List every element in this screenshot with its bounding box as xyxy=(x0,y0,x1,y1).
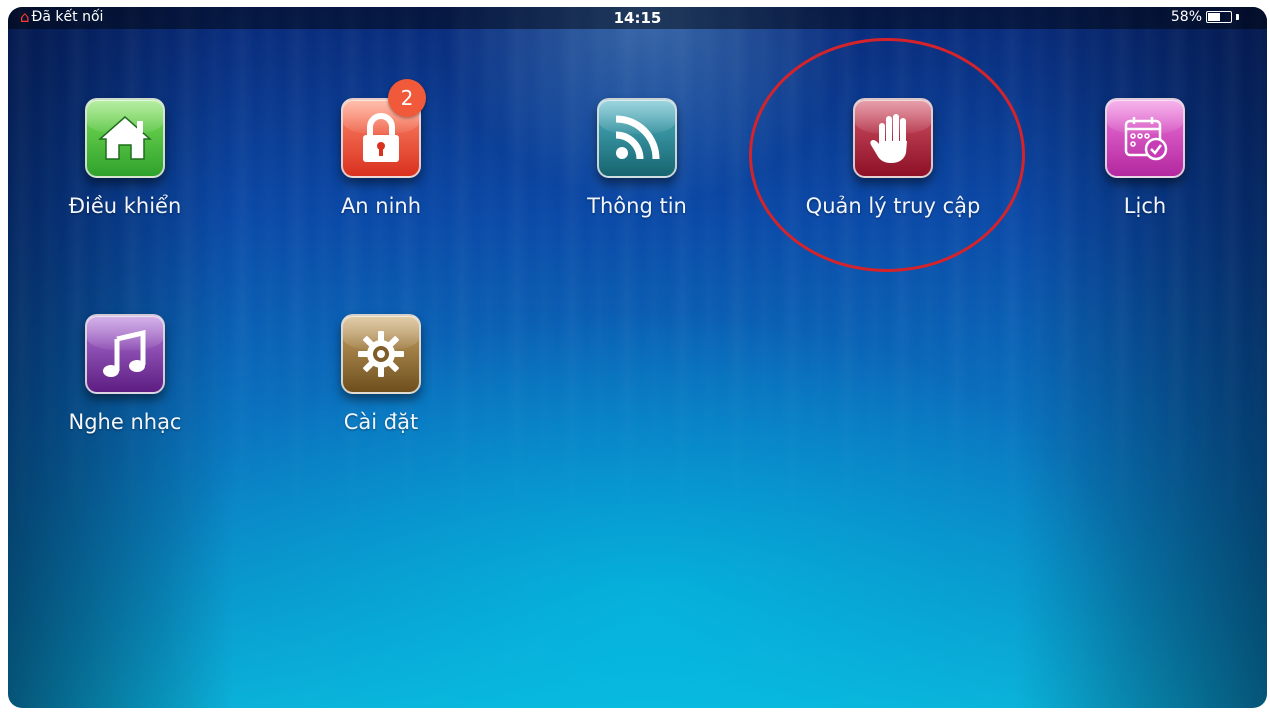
app-thong-tin[interactable]: Thông tin xyxy=(537,98,737,218)
app-dieu-khien[interactable]: Điều khiển xyxy=(25,98,225,218)
status-bar: ⌂ Đã kết nối 14:15 58% xyxy=(8,7,1267,29)
calendar-icon xyxy=(1105,98,1185,178)
app-label: An ninh xyxy=(340,194,422,218)
app-label: Lịch xyxy=(1123,194,1167,218)
clock: 14:15 xyxy=(613,9,662,27)
app-lich[interactable]: Lịch xyxy=(1045,98,1245,218)
music-note-icon xyxy=(85,314,165,394)
gear-icon xyxy=(341,314,421,394)
app-label: Cài đặt xyxy=(343,410,419,434)
app-nghe-nhac[interactable]: Nghe nhạc xyxy=(25,314,225,434)
app-label: Điều khiển xyxy=(68,194,182,218)
battery-percent: 58% xyxy=(1170,9,1202,25)
app-cai-dat[interactable]: Cài đặt xyxy=(281,314,481,434)
app-label: Nghe nhạc xyxy=(68,410,182,434)
battery-nub xyxy=(1236,14,1239,20)
app-label: Thông tin xyxy=(587,194,687,218)
rss-icon xyxy=(597,98,677,178)
house-icon xyxy=(85,98,165,178)
battery-icon xyxy=(1206,11,1232,23)
battery-status: 58% xyxy=(1171,9,1239,25)
app-an-ninh[interactable]: An ninh xyxy=(281,98,481,218)
